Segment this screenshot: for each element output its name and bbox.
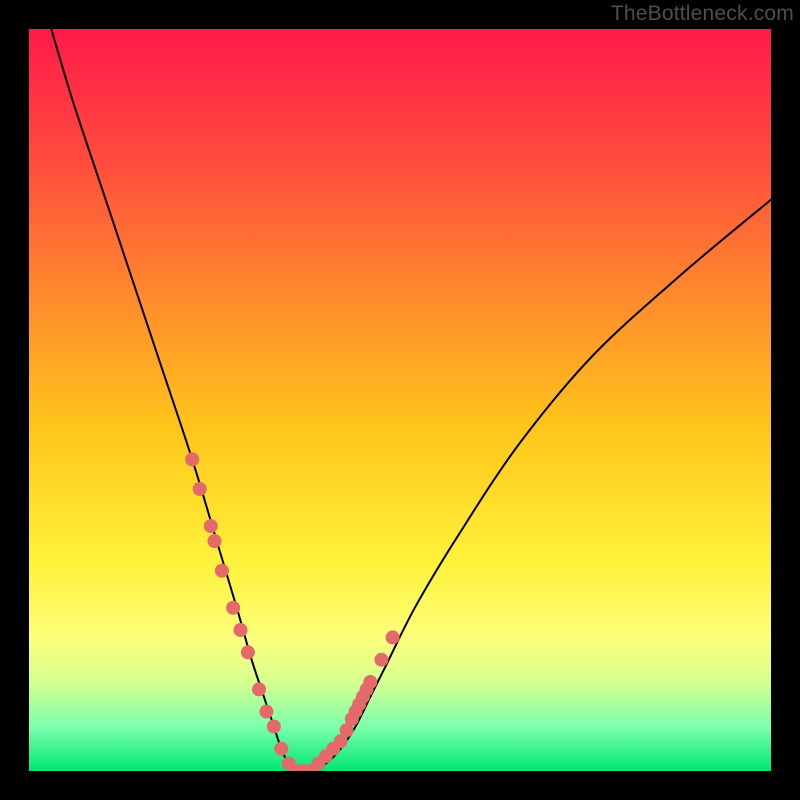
chart-curve	[51, 29, 771, 771]
scatter-dot	[363, 675, 377, 689]
scatter-dot	[185, 452, 199, 466]
scatter-dot	[259, 705, 273, 719]
scatter-dot	[267, 720, 281, 734]
scatter-dot	[241, 645, 255, 659]
scatter-dot	[234, 623, 248, 637]
chart-scatter-group	[185, 452, 399, 771]
scatter-dot	[386, 630, 400, 644]
scatter-dot	[215, 564, 229, 578]
scatter-dot	[208, 534, 222, 548]
scatter-dot	[226, 601, 240, 615]
scatter-dot	[252, 682, 266, 696]
scatter-dot	[204, 519, 218, 533]
chart-plot-area	[29, 29, 771, 771]
scatter-dot	[274, 742, 288, 756]
watermark-label: TheBottleneck.com	[611, 2, 794, 26]
chart-frame: TheBottleneck.com	[0, 0, 800, 800]
chart-svg	[29, 29, 771, 771]
scatter-dot	[374, 653, 388, 667]
scatter-dot	[193, 482, 207, 496]
